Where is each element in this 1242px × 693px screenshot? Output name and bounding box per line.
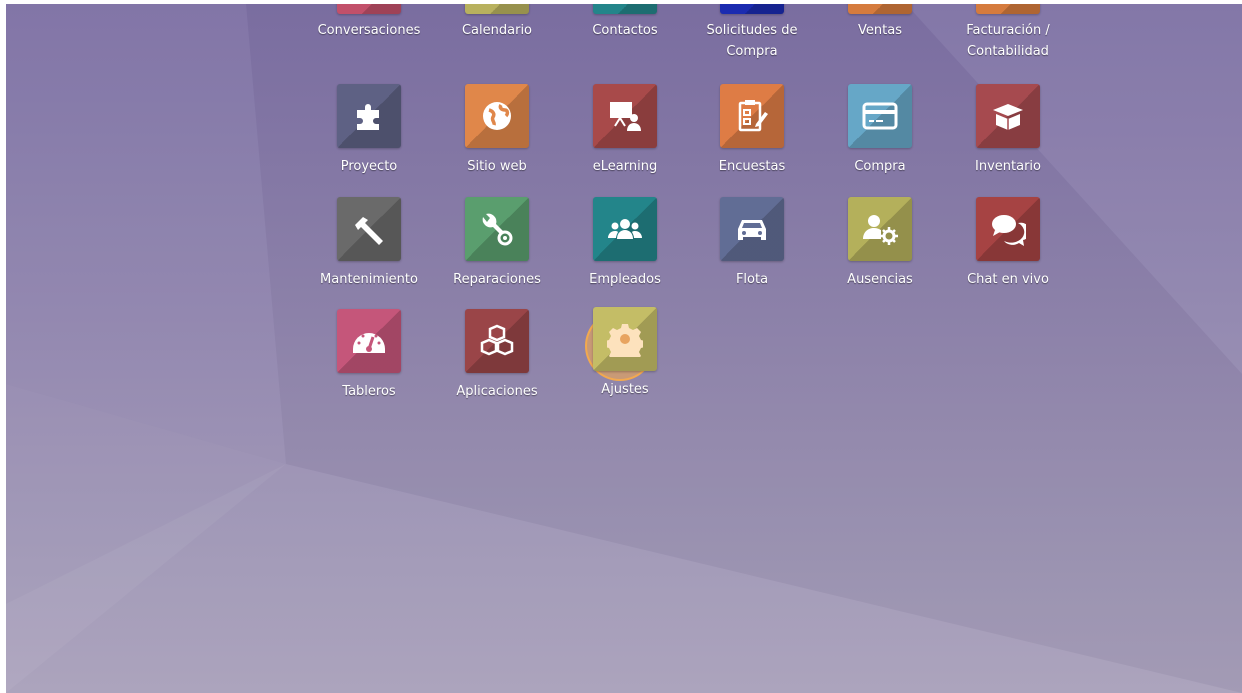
hammer-icon (355, 217, 383, 245)
chat-tile[interactable] (976, 197, 1040, 261)
globe-icon (483, 102, 511, 130)
app-label: Compra (854, 159, 906, 174)
survey-icon (738, 100, 768, 132)
app-chat-en-vivo[interactable]: Chat en vivo (944, 197, 1072, 290)
gauge-icon (353, 333, 385, 353)
elearning-tile[interactable] (593, 84, 657, 148)
sitio-web-tile[interactable] (465, 84, 529, 148)
empleados-tile[interactable] (593, 197, 657, 261)
app-mantenimiento[interactable]: Mantenimiento (305, 197, 433, 290)
app-encuestas[interactable]: Encuestas (688, 84, 816, 177)
app-label: Proyecto (340, 159, 398, 174)
presentation-icon (610, 102, 641, 131)
app-tableros[interactable]: Tableros (305, 309, 433, 402)
app-ajustes[interactable]: Ajustes (561, 307, 689, 400)
encuestas-tile[interactable] (720, 84, 784, 148)
app-label: Ventas (858, 23, 902, 38)
conversaciones-tile[interactable] (337, 4, 401, 14)
aplicaciones-tile[interactable] (465, 309, 529, 373)
compra-tile[interactable] (848, 84, 912, 148)
flota-tile[interactable] (720, 197, 784, 261)
user-gear-icon (863, 215, 898, 245)
ausencias-tile[interactable] (848, 197, 912, 261)
ventas-tile[interactable] (848, 4, 912, 14)
app-elearning[interactable]: eLearning (561, 84, 689, 177)
app-reparaciones[interactable]: Reparaciones (433, 197, 561, 290)
credit-card-icon (862, 102, 898, 130)
wrench-icon (482, 213, 513, 246)
app-calendario[interactable]: Calendario (433, 4, 561, 41)
app-label: eLearning (592, 159, 658, 174)
app-proyecto[interactable]: Proyecto (305, 84, 433, 177)
app-label: Reparaciones (453, 272, 541, 287)
app-sitio-web[interactable]: Sitio web (433, 84, 561, 177)
app-label: Facturación / Contabilidad (966, 23, 1050, 59)
calendario-tile[interactable] (465, 4, 529, 14)
app-label: Sitio web (467, 159, 527, 174)
solicitudes-tile[interactable] (720, 4, 784, 14)
app-label: Contactos (592, 23, 658, 38)
box-icon (993, 104, 1023, 130)
inventario-tile[interactable] (976, 84, 1040, 148)
users-icon (608, 219, 642, 239)
puzzle-icon (357, 104, 379, 130)
app-solicitudes-de-compra[interactable]: Solicitudes de Compra (688, 4, 816, 62)
app-label: Calendario (461, 23, 533, 38)
gear-icon (607, 324, 643, 357)
tableros-tile[interactable] (337, 309, 401, 373)
app-label: Tableros (342, 384, 396, 399)
app-label: Inventario (975, 159, 1041, 174)
app-inventario[interactable]: Inventario (944, 84, 1072, 177)
app-label: Flota (735, 272, 769, 287)
facturacion-tile[interactable] (976, 4, 1040, 14)
app-label: Ajustes (601, 382, 649, 397)
app-compra[interactable]: Compra (816, 84, 944, 177)
app-label: Solicitudes de Compra (706, 23, 798, 59)
app-flota[interactable]: Flota (688, 197, 816, 290)
app-conversaciones[interactable]: Conversaciones (305, 4, 433, 41)
reparaciones-tile[interactable] (465, 197, 529, 261)
app-ausencias[interactable]: Ausencias (816, 197, 944, 290)
app-label: Chat en vivo (967, 272, 1049, 287)
app-label: Aplicaciones (456, 384, 538, 399)
mantenimiento-tile[interactable] (337, 197, 401, 261)
cubes-icon (480, 324, 514, 356)
app-aplicaciones[interactable]: Aplicaciones (433, 309, 561, 402)
home-menu: Conversaciones Calendario Contactos Soli… (6, 4, 1242, 693)
contactos-tile[interactable] (593, 4, 657, 14)
app-label: Encuestas (718, 159, 786, 174)
app-label: Empleados (589, 272, 661, 287)
ajustes-tile[interactable] (593, 307, 657, 371)
app-empleados[interactable]: Empleados (561, 197, 689, 290)
proyecto-tile[interactable] (337, 84, 401, 148)
app-label: Mantenimiento (320, 272, 418, 287)
app-contactos[interactable]: Contactos (561, 4, 689, 41)
chat-icon (992, 215, 1026, 246)
car-icon (738, 220, 766, 240)
app-label: Conversaciones (317, 23, 421, 38)
app-label: Ausencias (847, 272, 913, 287)
app-ventas[interactable]: Ventas (816, 4, 944, 41)
app-facturacion[interactable]: Facturación / Contabilidad (944, 4, 1072, 62)
